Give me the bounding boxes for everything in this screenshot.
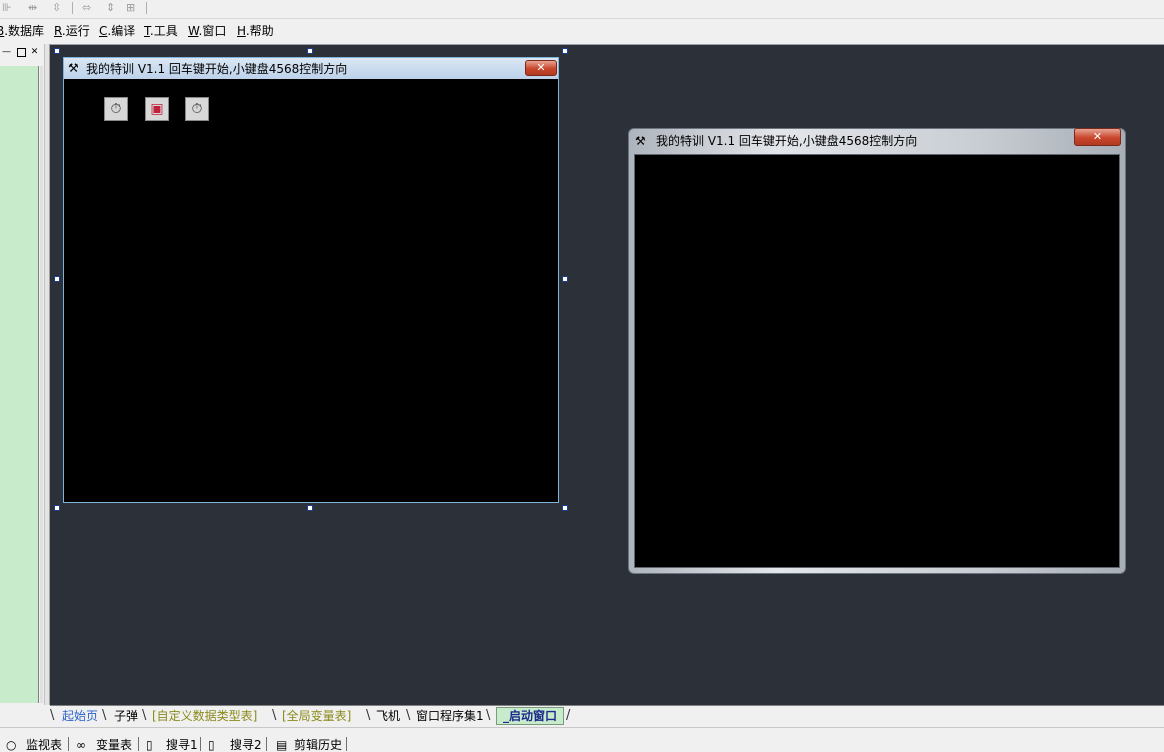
tab-separator: \ <box>272 708 277 723</box>
design-form-title: 我的特训 V1.1 回车键开始,小键盘4568控制方向 <box>86 62 348 76</box>
picture-box-icon[interactable]: ▣ <box>145 97 169 121</box>
panel-close-button[interactable]: ✕ <box>30 48 39 57</box>
design-form-titlebar: ⚒ 我的特训 V1.1 回车键开始,小键盘4568控制方向 ✕ <box>64 58 558 79</box>
resize-handle[interactable] <box>54 505 60 511</box>
tab-separator: \ <box>486 708 491 723</box>
distribute-horizontal-icon[interactable]: ⇹ <box>28 1 37 15</box>
distribute-vertical-icon[interactable]: ⇳ <box>52 1 61 15</box>
variable-table-tab[interactable]: 变量表 <box>96 738 132 752</box>
toolbar-divider <box>146 2 147 14</box>
preview-window-title: 我的特训 V1.1 回车键开始,小键盘4568控制方向 <box>656 134 918 148</box>
wrench-icon: ⚒ <box>68 61 79 75</box>
tab-global-variables[interactable]: [全局变量表] <box>282 709 351 723</box>
menu-database[interactable]: B.数据库 <box>0 24 44 38</box>
menu-tools[interactable]: T.工具 <box>144 24 178 38</box>
tab-window-assembly[interactable]: 窗口程序集1 <box>416 709 484 723</box>
preview-window-close-button[interactable]: ✕ <box>1074 128 1121 146</box>
resize-handle[interactable] <box>54 48 60 54</box>
tab-plane[interactable]: 飞机 <box>376 709 400 723</box>
align-icon[interactable]: ⊪ <box>2 1 12 15</box>
resize-handle[interactable] <box>562 48 568 54</box>
resize-handle[interactable] <box>54 276 60 282</box>
preview-window-client-area <box>634 154 1120 568</box>
document-icon: ▯ <box>208 738 215 752</box>
same-size-icon[interactable]: ⊞ <box>126 1 135 15</box>
tab-separator: \ <box>102 708 107 723</box>
resize-handle[interactable] <box>562 276 568 282</box>
panel-maximize-button[interactable] <box>17 48 26 57</box>
search2-tab[interactable]: 搜寻2 <box>230 738 262 752</box>
tab-start-page[interactable]: 起始页 <box>62 709 98 723</box>
watch-list-tab[interactable]: 监视表 <box>26 738 62 752</box>
same-height-icon[interactable]: ⇕ <box>106 1 115 15</box>
left-panel-content <box>0 66 39 703</box>
menu-help[interactable]: H.帮助 <box>237 24 274 38</box>
search1-tab[interactable]: 搜寻1 <box>166 738 198 752</box>
clipboard-icon: ▤ <box>276 738 288 752</box>
tab-separator: \ <box>50 708 55 723</box>
tab-custom-data-types[interactable]: [自定义数据类型表] <box>152 709 257 723</box>
tab-bullet[interactable]: 子弹 <box>114 709 138 723</box>
toolbar-divider <box>72 2 73 14</box>
left-panel-scrollbar[interactable] <box>40 66 43 703</box>
same-width-icon[interactable]: ⬄ <box>82 1 91 15</box>
resize-handle[interactable] <box>307 505 313 511</box>
magnifier-icon: ○ <box>6 738 17 752</box>
resize-handle[interactable] <box>307 48 313 54</box>
menu-compile[interactable]: C.编译 <box>99 24 135 38</box>
tab-separator: \ <box>406 708 411 723</box>
timer-icon[interactable]: ⏱ <box>185 97 209 121</box>
alignment-toolbar: ⊪ ⇹ ⇳ ⬄ ⇕ ⊞ <box>0 0 1164 19</box>
clip-history-tab[interactable]: 剪辑历史 <box>294 738 342 752</box>
wrench-icon: ⚒ <box>635 134 646 148</box>
tab-separator: / <box>566 708 571 723</box>
menu-window[interactable]: W.窗口 <box>188 24 226 38</box>
panel-minimize-button[interactable]: — <box>2 48 11 57</box>
bottom-panel-tabs: ○ 监视表 ∞ 变量表 ▯ 搜寻1 ▯ 搜寻2 ▤ 剪辑历史 <box>0 727 1164 752</box>
resize-handle[interactable] <box>562 505 568 511</box>
document-icon: ▯ <box>146 738 153 752</box>
glasses-icon: ∞ <box>76 738 86 752</box>
tab-separator: \ <box>366 708 371 723</box>
design-form-close-button[interactable]: ✕ <box>525 60 557 76</box>
menu-run[interactable]: R.运行 <box>54 24 90 38</box>
document-tab-bar: \ 起始页 \ 子弹 \ [自定义数据类型表] \ [全局变量表] \ 飞机 \… <box>50 705 1164 726</box>
menu-bar: B.数据库 R.运行 C.编译 T.工具 W.窗口 H.帮助 <box>0 20 1164 42</box>
timer-icon[interactable]: ⏱ <box>104 97 128 121</box>
tab-separator: \ <box>142 708 147 723</box>
design-form[interactable] <box>63 57 559 503</box>
tab-startup-window[interactable]: _启动窗口 <box>496 707 565 725</box>
